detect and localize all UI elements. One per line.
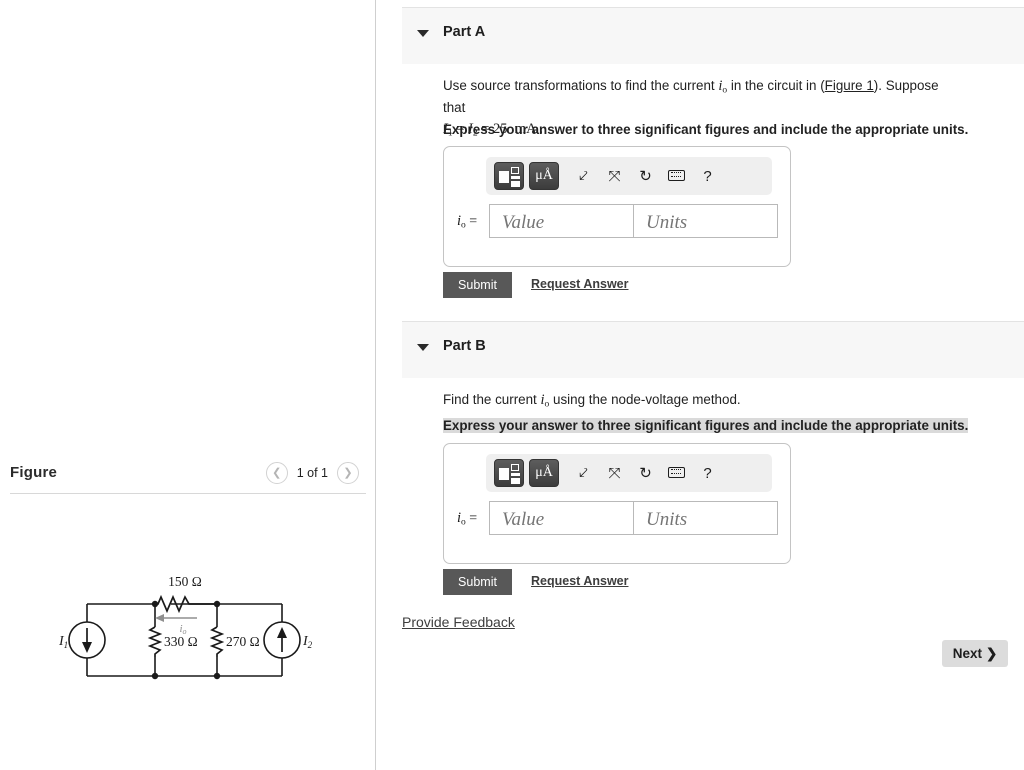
- undo-icon[interactable]: ⤦: [568, 169, 599, 184]
- math-template-button[interactable]: [494, 162, 524, 190]
- part-b-header[interactable]: Part B: [402, 321, 1024, 378]
- part-b-request-answer-link[interactable]: Request Answer: [531, 574, 628, 588]
- part-b-prompt: Find the current io using the node-volta…: [443, 390, 963, 412]
- redo-icon[interactable]: ⤧: [599, 169, 630, 184]
- chevron-right-icon: ❯: [985, 645, 998, 661]
- caret-down-icon[interactable]: [417, 30, 429, 37]
- help-icon[interactable]: ?: [692, 466, 723, 481]
- part-b-instruction-text: Express your answer to three significant…: [443, 418, 969, 433]
- part-b-instruction: Express your answer to three significant…: [443, 416, 969, 435]
- part-a-instruction: Express your answer to three significant…: [443, 122, 969, 137]
- part-a-value-input[interactable]: [489, 204, 634, 238]
- figure-title: Figure: [10, 464, 58, 481]
- resistor-270-label: 270 Ω: [226, 634, 260, 649]
- resistor-330-label: 330 Ω: [164, 634, 198, 649]
- part-a-prompt-pre: Use source transformations to find the c…: [443, 78, 719, 93]
- units-button[interactable]: μÅ: [529, 459, 559, 487]
- problem-content-pane: Part A Use source transformations to fin…: [376, 0, 1024, 770]
- part-b-math-toolbar: μÅ ⤦ ⤧ ↻ ?: [486, 454, 772, 492]
- provide-feedback-link[interactable]: Provide Feedback: [402, 614, 515, 630]
- part-a-prompt-mid: in the circuit in (: [727, 78, 825, 93]
- math-template-button[interactable]: [494, 459, 524, 487]
- caret-down-icon[interactable]: [417, 344, 429, 351]
- part-a-answer-box: μÅ ⤦ ⤧ ↻ ? io =: [443, 146, 791, 267]
- part-b-prompt-pre: Find the current: [443, 392, 541, 407]
- chevron-right-icon: ❯: [343, 466, 353, 479]
- resistor-150-label: 150 Ω: [168, 574, 202, 589]
- part-a-answer-label: io =: [457, 213, 478, 231]
- help-icon[interactable]: ?: [692, 169, 723, 184]
- part-b-answer-label: io =: [457, 510, 478, 528]
- figure-page-count: 1 of 1: [296, 466, 328, 480]
- undo-icon[interactable]: ⤦: [568, 466, 599, 481]
- part-a-request-answer-link[interactable]: Request Answer: [531, 277, 628, 291]
- part-a-header[interactable]: Part A: [402, 7, 1024, 64]
- keyboard-icon[interactable]: [661, 466, 692, 481]
- current-source-i2-label: I2: [302, 634, 313, 650]
- figure-pager: ❮ 1 of 1 ❯: [265, 462, 359, 484]
- part-b-answer-box: μÅ ⤦ ⤧ ↻ ? io =: [443, 443, 791, 564]
- resistor-270-symbol: [209, 626, 225, 657]
- current-source-i1-label: I1: [58, 634, 68, 650]
- part-b-field-row: [489, 501, 778, 535]
- part-a-field-row: [489, 204, 778, 238]
- part-a-title: Part A: [443, 24, 486, 40]
- next-button-label: Next: [952, 646, 982, 661]
- part-b-prompt-mid: using the node-voltage method.: [549, 392, 741, 407]
- circuit-svg: 150 Ω io 330 Ω 270 Ω I1 I2: [58, 574, 313, 680]
- units-button[interactable]: μÅ: [529, 162, 559, 190]
- figure-1-link[interactable]: Figure 1: [825, 78, 874, 93]
- figure-panel: Figure ❮ 1 of 1 ❯ 150 Ω io 330 Ω 270 Ω I…: [0, 0, 376, 770]
- part-a-submit-button[interactable]: Submit: [443, 272, 512, 298]
- figure-prev-button[interactable]: ❮: [265, 462, 288, 484]
- next-button[interactable]: Next ❯: [942, 640, 1008, 667]
- part-b-units-input[interactable]: [634, 501, 778, 535]
- resistor-330-symbol: [147, 626, 163, 657]
- chevron-left-icon: ❮: [272, 466, 282, 479]
- part-b-title: Part B: [443, 338, 486, 354]
- part-a-math-toolbar: μÅ ⤦ ⤧ ↻ ?: [486, 157, 772, 195]
- circuit-diagram: 150 Ω io 330 Ω 270 Ω I1 I2: [45, 572, 335, 692]
- part-b-value-input[interactable]: [489, 501, 634, 535]
- redo-icon[interactable]: ⤧: [599, 466, 630, 481]
- reset-icon[interactable]: ↻: [630, 466, 661, 481]
- figure-next-button[interactable]: ❯: [337, 462, 359, 484]
- reset-icon[interactable]: ↻: [630, 169, 661, 184]
- figure-header: Figure ❮ 1 of 1 ❯: [10, 462, 365, 492]
- figure-divider: [10, 493, 366, 494]
- part-a-units-input[interactable]: [634, 204, 778, 238]
- part-b-submit-button[interactable]: Submit: [443, 569, 512, 595]
- keyboard-icon[interactable]: [661, 169, 692, 184]
